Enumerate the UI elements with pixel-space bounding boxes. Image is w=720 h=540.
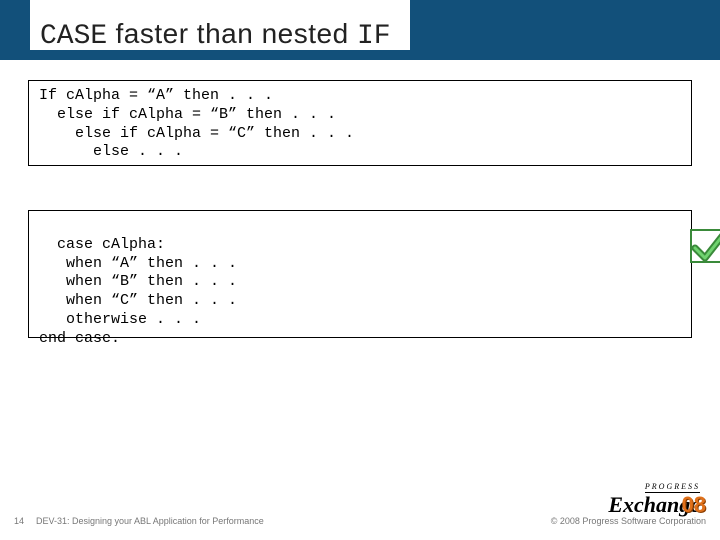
title-if-keyword: IF bbox=[357, 21, 391, 52]
slide-title: CASE faster than nested IF bbox=[40, 18, 391, 52]
code-case-content: case cAlpha: when “A” then . . . when “B… bbox=[39, 236, 237, 347]
title-mid: faster than nested bbox=[107, 18, 357, 49]
title-case-keyword: CASE bbox=[40, 21, 107, 52]
page-number: 14 bbox=[14, 516, 24, 526]
session-title: DEV-31: Designing your ABL Application f… bbox=[36, 516, 264, 526]
code-if-content: If cAlpha = “A” then . . . else if cAlph… bbox=[39, 87, 354, 160]
code-box-case: case cAlpha: when “A” then . . . when “B… bbox=[28, 210, 692, 338]
checkmark-icon bbox=[649, 205, 697, 253]
copyright: © 2008 Progress Software Corporation bbox=[551, 516, 706, 526]
code-box-if: If cAlpha = “A” then . . . else if cAlph… bbox=[28, 80, 692, 166]
footer: 14 DEV-31: Designing your ABL Applicatio… bbox=[0, 506, 720, 532]
